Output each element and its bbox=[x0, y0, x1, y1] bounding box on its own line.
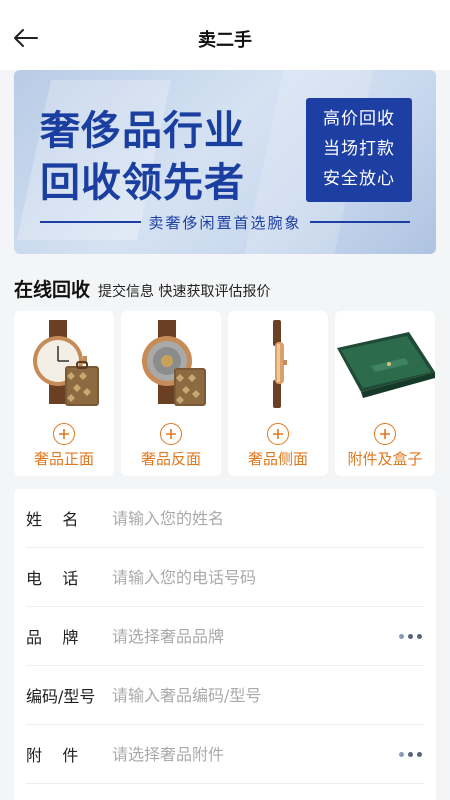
divider bbox=[309, 221, 411, 223]
plus-circle-icon[interactable] bbox=[267, 423, 289, 445]
banner-feature-box: 高价回收 当场打款 安全放心 bbox=[306, 98, 412, 202]
dot bbox=[399, 633, 404, 639]
form-row-phone[interactable]: 电 话 bbox=[26, 548, 424, 607]
dot bbox=[417, 751, 422, 757]
upload-card-accessories[interactable]: 附件及盒子 bbox=[335, 311, 435, 476]
section-header: 在线回收 提交信息 快速获取评估报价 bbox=[14, 275, 270, 303]
field-label: 附 件 bbox=[26, 746, 79, 765]
promo-banner[interactable]: 奢侈品行业 回收领先者 高价回收 当场打款 安全放心 卖奢侈闲置首选腕象 bbox=[14, 70, 436, 254]
banner-headline-1: 奢侈品行业 bbox=[40, 108, 245, 154]
upload-card-side[interactable]: 奢品侧面 bbox=[228, 311, 328, 476]
section-title: 在线回收 bbox=[14, 279, 91, 301]
banner-feature: 高价回收 bbox=[323, 109, 395, 129]
watch-front-image bbox=[14, 311, 114, 416]
card-label: 奢品侧面 bbox=[247, 450, 308, 468]
section-subtitle: 提交信息 快速获取评估报价 bbox=[98, 284, 271, 300]
dot bbox=[408, 633, 413, 639]
divider bbox=[40, 221, 141, 223]
field-label: 电 话 bbox=[26, 569, 79, 588]
brand-select[interactable] bbox=[112, 626, 399, 646]
banner-tagline: 卖奢侈闲置首选腕象 bbox=[148, 213, 302, 232]
form-row-model[interactable]: 编码/型号 bbox=[26, 666, 424, 725]
form-row-accessories[interactable]: 附 件 bbox=[26, 725, 424, 784]
banner-tagline-row: 卖奢侈闲置首选腕象 bbox=[40, 210, 411, 234]
card-label: 奢品反面 bbox=[140, 450, 201, 468]
field-label: 编码/型号 bbox=[26, 687, 96, 706]
card-label: 附件及盒子 bbox=[347, 450, 423, 468]
form-row-name[interactable]: 姓 名 bbox=[26, 489, 424, 548]
form-row-brand[interactable]: 品 牌 bbox=[26, 607, 424, 666]
watch-box-image bbox=[335, 311, 435, 416]
plus-circle-icon[interactable] bbox=[53, 423, 75, 445]
banner-feature: 当场打款 bbox=[323, 139, 395, 159]
more-dots-icon[interactable] bbox=[399, 633, 424, 639]
name-input[interactable] bbox=[112, 508, 424, 528]
accessories-select[interactable] bbox=[112, 744, 399, 764]
more-dots-icon[interactable] bbox=[399, 751, 424, 757]
field-label: 品 牌 bbox=[26, 628, 79, 647]
dot bbox=[399, 751, 404, 757]
card-label: 奢品正面 bbox=[33, 450, 94, 468]
model-input[interactable] bbox=[112, 685, 424, 705]
upload-cards: 奢品正面 奢品反面 奢品侧面 附件及盒子 bbox=[14, 311, 450, 476]
field-label: 姓 名 bbox=[26, 510, 79, 529]
dot bbox=[417, 633, 422, 639]
recycle-form: 姓 名 电 话 品 牌 编码/型号 附 件 bbox=[14, 489, 436, 800]
plus-circle-icon[interactable] bbox=[160, 423, 182, 445]
plus-circle-icon[interactable] bbox=[374, 423, 396, 445]
upload-card-front[interactable]: 奢品正面 bbox=[14, 311, 114, 476]
watch-back-image bbox=[121, 311, 221, 416]
banner-headline-2: 回收领先者 bbox=[40, 160, 245, 206]
dot bbox=[408, 751, 413, 757]
page-title: 卖二手 bbox=[198, 30, 252, 51]
banner-feature: 安全放心 bbox=[323, 169, 395, 189]
phone-input[interactable] bbox=[112, 567, 424, 587]
nav-bar: 卖二手 bbox=[0, 0, 450, 70]
upload-card-back[interactable]: 奢品反面 bbox=[121, 311, 221, 476]
watch-side-image bbox=[228, 311, 328, 416]
